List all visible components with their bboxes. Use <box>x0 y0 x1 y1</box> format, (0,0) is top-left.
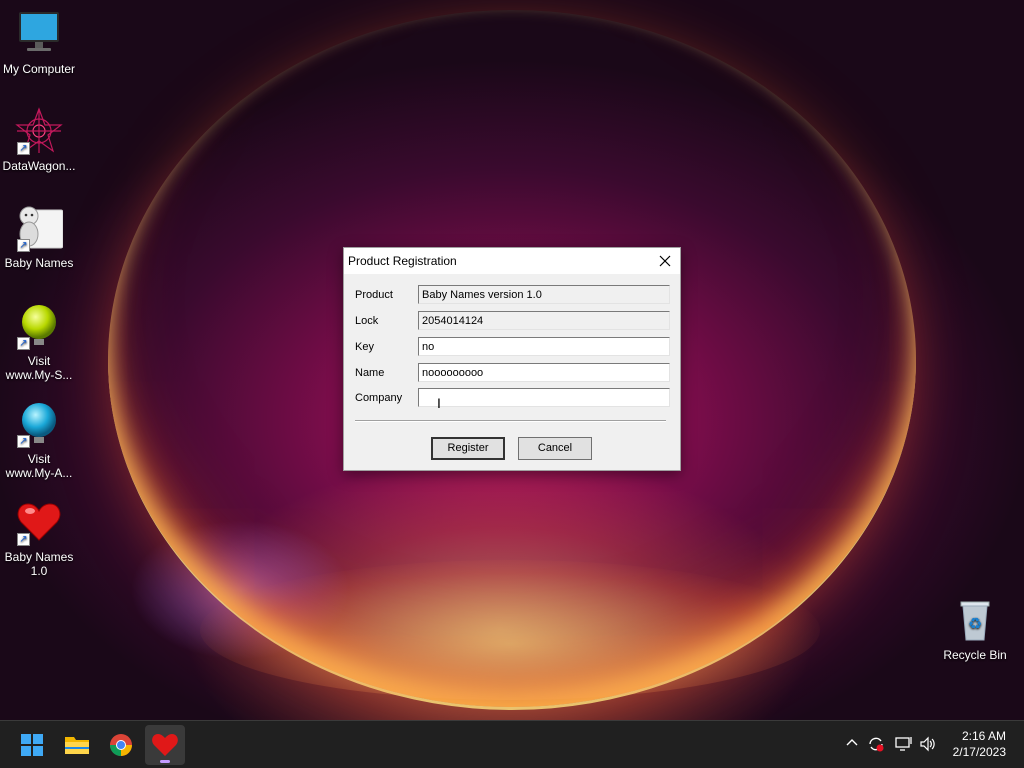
text-cursor-icon: I <box>437 395 441 411</box>
heart-icon <box>152 734 178 756</box>
close-icon <box>659 255 671 267</box>
baby-icon: ↗ <box>15 204 64 252</box>
baby-names-taskbar-button[interactable] <box>145 725 185 765</box>
key-input[interactable]: no <box>418 337 670 356</box>
active-app-indicator <box>160 760 170 763</box>
product-registration-dialog: Product Registration Product Baby Names … <box>343 247 681 471</box>
heart-icon: ↗ <box>15 498 63 546</box>
monitor-icon <box>15 10 63 58</box>
volume-icon[interactable] <box>919 735 937 756</box>
dialog-title: Product Registration <box>348 254 457 268</box>
shortcut-arrow-icon: ↗ <box>17 435 30 448</box>
chrome-button[interactable] <box>101 725 141 765</box>
desktop-icon-label-line2: www.My-S... <box>5 368 73 382</box>
clock-date: 2/17/2023 <box>952 745 1006 759</box>
datawagon-icon: ↗ <box>15 107 63 155</box>
wallpaper-bottom-glow <box>200 560 820 700</box>
register-button[interactable]: Register <box>431 437 505 460</box>
dialog-separator <box>355 420 666 422</box>
product-field: Baby Names version 1.0 <box>418 285 670 304</box>
shortcut-arrow-icon: ↗ <box>17 337 30 350</box>
shortcut-arrow-icon: ↗ <box>17 239 30 252</box>
clock-time: 2:16 AM <box>961 729 1006 743</box>
desktop-icon-visit-my-a[interactable]: ↗ Visit www.My-A... <box>1 400 77 480</box>
form-row-product: Product Baby Names version 1.0 <box>355 285 671 305</box>
file-explorer-button[interactable] <box>57 725 97 765</box>
desktop-icon-label: DataWagon... <box>2 159 76 173</box>
desktop-icon-label-line1: Visit <box>27 354 51 368</box>
dialog-titlebar[interactable]: Product Registration <box>344 248 680 274</box>
system-clock[interactable]: 2:16 AM 2/17/2023 <box>953 728 1006 760</box>
key-label: Key <box>355 341 374 353</box>
desktop-icon-visit-my-s[interactable]: ↗ Visit www.My-S... <box>1 302 77 382</box>
shortcut-arrow-icon: ↗ <box>17 142 30 155</box>
form-row-company: Company <box>355 388 671 408</box>
start-button[interactable] <box>12 725 52 765</box>
desktop-icon-label-line1: Baby Names <box>4 550 74 564</box>
lock-label: Lock <box>355 315 379 327</box>
name-input[interactable]: nooooooooo <box>418 363 670 382</box>
form-row-key: Key no <box>355 337 671 357</box>
desktop-icon-label: Baby Names <box>4 256 74 270</box>
desktop-icon-my-computer[interactable]: My Computer <box>1 10 77 76</box>
desktop-icon-label: My Computer <box>2 62 76 76</box>
desktop-icon-recycle-bin[interactable]: ♻ Recycle Bin <box>937 596 1013 662</box>
product-label: Product <box>355 289 393 301</box>
desktop-icon-label-line1: Visit <box>27 452 51 466</box>
desktop-icon-baby-names-1-0[interactable]: ↗ Baby Names 1.0 <box>1 498 77 578</box>
sync-icon[interactable] <box>867 735 885 756</box>
name-label: Name <box>355 367 385 379</box>
chevron-up-icon[interactable] <box>845 735 859 752</box>
desktop-icon-label: Recycle Bin <box>943 648 1007 662</box>
form-row-lock: Lock 2054014124 <box>355 311 671 331</box>
close-button[interactable] <box>650 248 680 274</box>
shortcut-arrow-icon: ↗ <box>17 533 30 546</box>
form-row-name: Name nooooooooo <box>355 363 671 383</box>
desktop-icon-baby-names[interactable]: ↗ Baby Names <box>1 204 77 270</box>
lock-field: 2054014124 <box>418 311 670 330</box>
network-icon[interactable] <box>895 735 913 756</box>
recycle-bin-icon: ♻ <box>951 596 999 644</box>
folder-icon <box>65 737 89 754</box>
cancel-button[interactable]: Cancel <box>518 437 592 460</box>
company-input[interactable] <box>418 388 670 407</box>
green-orb-icon: ↗ <box>15 302 63 350</box>
windows-start-icon <box>21 734 43 756</box>
blue-orb-icon: ↗ <box>15 400 63 448</box>
desktop-icon-datawagon[interactable]: ↗ DataWagon... <box>1 107 77 173</box>
chrome-icon <box>109 734 132 757</box>
desktop-icon-label-line2: www.My-A... <box>5 466 73 480</box>
company-label: Company <box>355 392 403 404</box>
svg-text:♻: ♻ <box>968 616 982 633</box>
desktop-icon-label-line2: 1.0 <box>30 564 48 578</box>
